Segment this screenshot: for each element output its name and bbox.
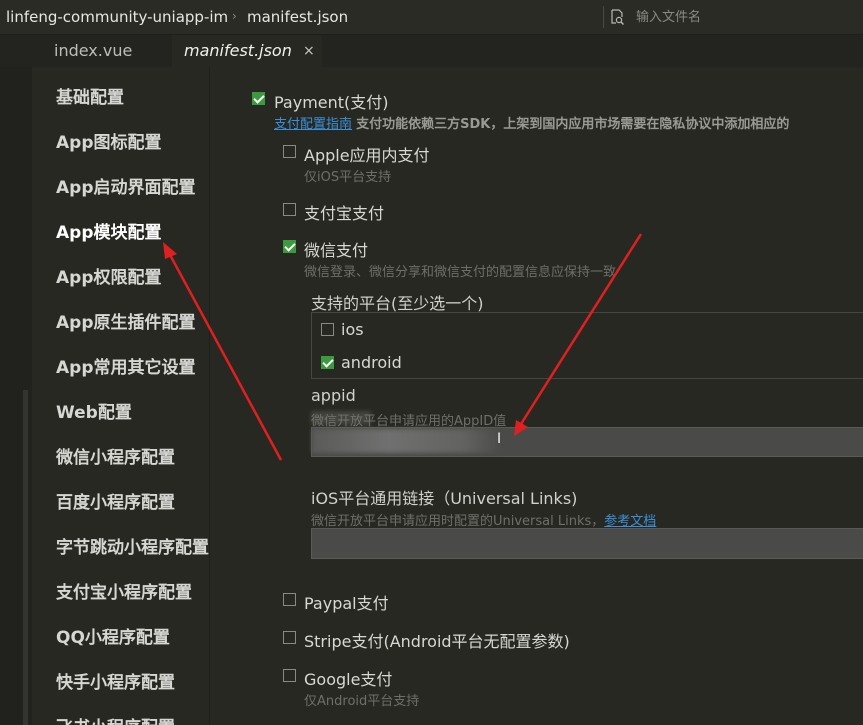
alipay-label: 支付宝支付 [304,204,385,223]
payment-label: Payment(支付) [274,93,389,112]
universal-links-hint: 微信开放平台申请应用时配置的Universal Links， [311,514,605,529]
nav-item-web[interactable]: Web配置 [56,398,132,423]
nav-item-toutiao-mp[interactable]: 字节跳动小程序配置 [56,533,209,558]
platform-ios-checkbox[interactable] [321,323,334,336]
wechat-pay-label: 微信支付 [304,241,369,260]
appid-redacted-value [312,429,502,453]
appid-hint-redaction [311,411,371,425]
nav-item-app-modules[interactable]: App模块配置 [56,218,162,243]
apple-pay-checkbox[interactable] [283,145,296,158]
nav-item-app-permissions[interactable]: App权限配置 [56,263,162,288]
nav-item-alipay-mp[interactable]: 支付宝小程序配置 [56,578,192,603]
nav-item-app-icon[interactable]: App图标配置 [56,128,162,153]
file-search-input[interactable] [636,7,856,27]
payment-guide-text: 支付功能依赖三方SDK，上架到国内应用市场需要在隐私协议中添加相应的 [356,117,790,132]
breadcrumb-project[interactable]: linfeng-community-uniapp-im [6,8,228,26]
stripe-label: Stripe支付(Android平台无配置参数) [304,632,570,651]
rail-scrollbar[interactable] [23,390,28,725]
module-settings-panel: Payment(支付) 支付配置指南 支付功能依赖三方SDK，上架到国内应用市场… [211,67,863,725]
wechat-pay-checkbox[interactable] [283,240,296,253]
tab-label: manifest.json [184,41,292,60]
nav-item-feishu-mp[interactable]: 飞书小程序配置 [56,713,175,725]
nav-item-qq-mp[interactable]: QQ小程序配置 [56,623,170,648]
search-divider [603,6,604,28]
platforms-label: 支持的平台(至少选一个) [311,294,484,313]
tab-manifest-json[interactable]: manifest.json × [172,35,322,67]
google-pay-label: Google支付 [304,670,393,689]
file-search-icon[interactable] [609,9,625,25]
nav-item-app-splash[interactable]: App启动界面配置 [56,173,196,198]
payment-checkbox[interactable] [252,92,265,105]
tab-index-vue[interactable]: index.vue [32,35,170,67]
nav-item-kuaishou-mp[interactable]: 快手小程序配置 [56,668,175,693]
platform-android-checkbox[interactable] [321,356,334,369]
payment-guide-row: 支付配置指南 支付功能依赖三方SDK，上架到国内应用市场需要在隐私协议中添加相应… [274,113,789,132]
breadcrumb-separator: › [232,9,237,23]
universal-links-doc-link[interactable]: 参考文档 [604,514,656,529]
universal-links-label: iOS平台通用链接（Universal Links) [311,489,578,508]
nav-item-app-native-plugins[interactable]: App原生插件配置 [56,308,196,333]
universal-links-hint-row: 微信开放平台申请应用时配置的Universal Links，参考文档 [311,510,656,529]
tab-label: index.vue [54,41,133,60]
google-pay-checkbox[interactable] [283,669,296,682]
google-pay-hint: 仅Android平台支持 [304,694,420,709]
payment-guide-link[interactable]: 支付配置指南 [274,117,352,132]
apple-pay-label: Apple应用内支付 [304,146,430,165]
platform-ios-label: ios [341,320,364,339]
settings-nav: 基础配置 App图标配置 App启动界面配置 App模块配置 App权限配置 A… [32,67,210,725]
paypal-checkbox[interactable] [283,593,296,606]
nav-item-baidu-mp[interactable]: 百度小程序配置 [56,488,175,513]
universal-links-input[interactable] [311,528,863,559]
close-icon[interactable]: × [303,35,315,67]
nav-item-app-other[interactable]: App常用其它设置 [56,353,196,378]
platforms-box: ios android [311,312,863,379]
breadcrumb-file[interactable]: manifest.json [247,8,348,26]
appid-label: appid [311,386,356,405]
text-cursor-icon: I [497,431,502,447]
breadcrumb-bar: linfeng-community-uniapp-im › manifest.j… [0,0,863,35]
paypal-label: Paypal支付 [304,594,389,613]
platform-android-label: android [341,353,402,372]
alipay-checkbox[interactable] [283,203,296,216]
apple-pay-hint: 仅iOS平台支持 [304,170,392,185]
editor-tab-bar: index.vue manifest.json × [0,35,863,67]
nav-item-weixin-mp[interactable]: 微信小程序配置 [56,443,175,468]
wechat-pay-hint: 微信登录、微信分享和微信支付的配置信息应保持一致 [304,265,617,280]
stripe-checkbox[interactable] [283,631,296,644]
nav-item-basic[interactable]: 基础配置 [56,83,124,108]
